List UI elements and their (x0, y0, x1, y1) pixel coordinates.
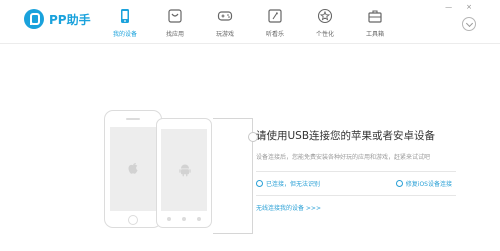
wrench-icon (395, 180, 403, 187)
cannot-recognize-label: 已连接，但无法识别 (266, 181, 321, 188)
apple-icon (128, 163, 138, 174)
app-logo[interactable]: PP助手 (24, 9, 91, 29)
phone-icon (121, 9, 129, 23)
nav-label: 玩游戏 (215, 31, 234, 38)
fix-ios-connection-label: 修复iOS设备连接 (405, 181, 452, 188)
nav-toolbox[interactable]: 工具箱 (350, 0, 400, 44)
wireless-connect-link[interactable]: 无线连接我的设备 >>> (256, 203, 486, 212)
iphone-illustration (104, 110, 162, 228)
toolbox-icon (368, 10, 382, 23)
android-phone-illustration (156, 118, 212, 228)
main-nav: 我的设备 找应用 玩游戏 听看乐 个性化 工具箱 (100, 0, 400, 44)
divider (256, 171, 456, 172)
cable-line (213, 118, 253, 234)
nav-label: 我的设备 (112, 31, 137, 38)
minimize-button[interactable]: — (445, 3, 452, 11)
connect-prompt-panel: 请使用USB连接您的苹果或者安卓设备 设备连接后，您能免费安装各种好玩的应用和游… (256, 128, 486, 212)
android-icon (179, 164, 191, 177)
window-controls: — × (445, 3, 472, 11)
home-button (128, 215, 138, 225)
download-manager-icon[interactable] (462, 17, 476, 31)
info-icon (256, 180, 263, 187)
phone-speaker (126, 118, 140, 120)
close-button[interactable]: × (466, 3, 472, 11)
media-icon (268, 9, 282, 23)
gamepad-icon (217, 11, 233, 21)
nav-label: 工具箱 (365, 31, 384, 38)
nav-find-apps[interactable]: 找应用 (150, 0, 200, 44)
fix-ios-connection-link[interactable]: 修复iOS设备连接 (395, 179, 452, 188)
pp-logo-icon (24, 9, 44, 29)
nav-label: 听看乐 (265, 31, 284, 38)
star-icon (317, 8, 333, 24)
nav-personalize[interactable]: 个性化 (300, 0, 350, 44)
cannot-recognize-link[interactable]: 已连接，但无法识别 (256, 179, 320, 188)
nav-label: 个性化 (315, 31, 334, 38)
divider (256, 195, 456, 196)
nav-media[interactable]: 听看乐 (250, 0, 300, 44)
app-name: PP助手 (49, 12, 91, 27)
connect-title: 请使用USB连接您的苹果或者安卓设备 (256, 130, 436, 142)
help-links: 已连接，但无法识别 修复iOS设备连接 (256, 179, 452, 188)
app-store-icon (168, 9, 182, 23)
nav-games[interactable]: 玩游戏 (200, 0, 250, 44)
top-bar: PP助手 我的设备 找应用 玩游戏 听看乐 个性化 工具箱 — × (0, 0, 500, 44)
connect-description: 设备连接后，您能免费安装各种好玩的应用和游戏，赶紧来试试吧 (256, 154, 431, 161)
nav-my-device[interactable]: 我的设备 (100, 0, 150, 44)
android-keys (167, 217, 201, 221)
nav-label: 找应用 (165, 31, 184, 38)
